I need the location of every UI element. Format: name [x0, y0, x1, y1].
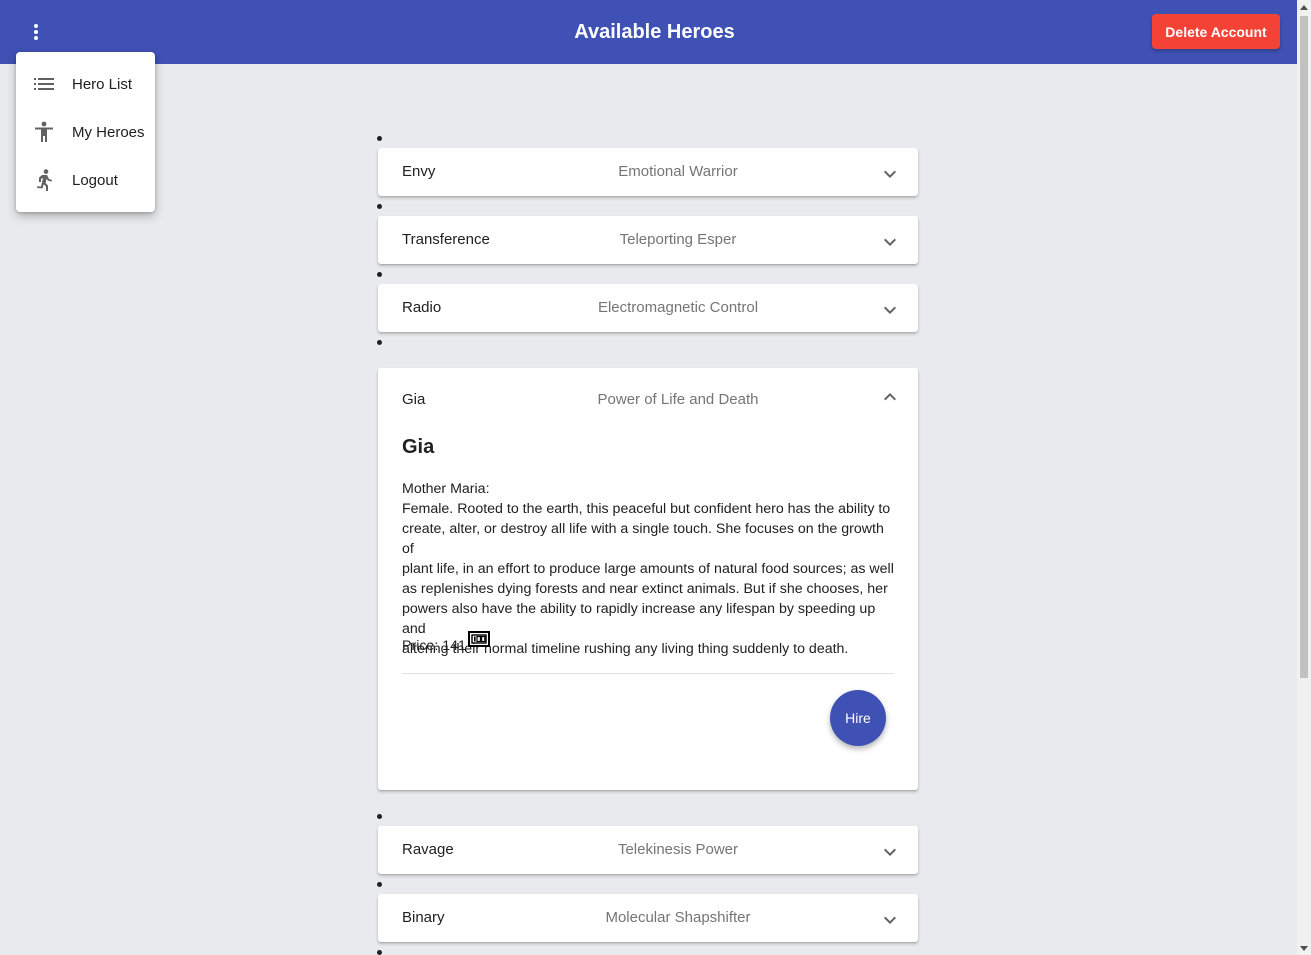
hire-button[interactable]: Hire	[830, 690, 886, 746]
hero-panel-envy: Envy Emotional Warrior	[378, 148, 918, 196]
menu-item-my-heroes[interactable]: My Heroes	[16, 108, 155, 156]
hero-name: Envy	[402, 163, 436, 180]
hero-name: Transference	[402, 231, 490, 248]
hero-power: Electromagnetic Control	[597, 299, 759, 316]
description-line: Female. Rooted to the earth, this peacef…	[402, 501, 891, 517]
menu-item-label: Hero List	[72, 75, 133, 93]
money-icon	[467, 631, 490, 651]
hero-power: Telekinesis Power	[617, 841, 739, 858]
list-bullet	[377, 204, 382, 209]
chevron-down-icon	[878, 298, 902, 322]
hero-name: Gia	[402, 391, 426, 408]
list-bullet	[377, 882, 382, 887]
hero-panel-binary: Binary Molecular Shapshifter	[378, 894, 918, 942]
hero-panel-ravage: Ravage Telekinesis Power	[378, 826, 918, 874]
menu-item-hero-list[interactable]: Hero List	[16, 60, 155, 108]
delete-account-button[interactable]: Delete Account	[1152, 14, 1280, 49]
scrollbar-thumb[interactable]	[1300, 16, 1308, 678]
hero-power: Power of Life and Death	[597, 391, 759, 408]
list-bullet	[377, 950, 382, 955]
chevron-down-icon	[878, 162, 902, 186]
hero-name: Binary	[402, 909, 445, 926]
hero-detail-name: Gia	[402, 436, 435, 458]
list-icon	[32, 72, 56, 96]
hero-panel-header[interactable]: Gia Power of Life and Death	[378, 368, 918, 432]
accessibility-icon	[32, 120, 56, 144]
menu-item-logout[interactable]: Logout	[16, 156, 155, 204]
hero-panel-radio: Radio Electromagnetic Control	[378, 284, 918, 332]
list-bullet	[377, 272, 382, 277]
hero-power: Emotional Warrior	[618, 163, 738, 180]
hero-panel-header[interactable]: Binary Molecular Shapshifter	[378, 894, 918, 942]
menu-item-label: Logout	[72, 171, 118, 189]
price-label: Price: 141	[402, 638, 466, 654]
hero-name: Ravage	[402, 841, 454, 858]
list-bullet	[377, 814, 382, 819]
chevron-down-icon	[878, 230, 902, 254]
hero-panel-header[interactable]: Ravage Telekinesis Power	[378, 826, 918, 874]
page-scrollbar[interactable]	[1297, 0, 1311, 955]
hero-panel-header[interactable]: Transference Teleporting Esper	[378, 216, 918, 264]
hero-panel-transference: Transference Teleporting Esper	[378, 216, 918, 264]
description-line: plant life, in an effort to produce larg…	[402, 561, 894, 577]
hero-panel-header[interactable]: Radio Electromagnetic Control	[378, 284, 918, 332]
description-line: as replenishes dying forests and near ex…	[402, 581, 888, 597]
scroll-down-arrow-icon[interactable]	[1297, 941, 1311, 955]
chevron-down-icon	[878, 840, 902, 864]
hero-power: Molecular Shapshifter	[605, 909, 751, 926]
description-line: create, alter, or destroy all life with …	[402, 521, 884, 557]
list-bullet	[377, 340, 382, 345]
nav-menu: Hero List My Heroes Logout	[16, 52, 155, 212]
chevron-up-icon	[878, 385, 902, 409]
top-toolbar: Available Heroes Delete Account	[0, 0, 1297, 64]
hero-power: Teleporting Esper	[619, 231, 737, 248]
hero-alias: Mother Maria:	[402, 481, 490, 497]
hero-name: Radio	[402, 299, 442, 316]
list-bullet	[377, 136, 382, 141]
scroll-up-arrow-icon[interactable]	[1297, 0, 1311, 14]
menu-item-label: My Heroes	[72, 123, 145, 141]
chevron-down-icon	[878, 908, 902, 932]
page-title: Available Heroes	[574, 21, 735, 43]
hero-panel-gia: Gia Power of Life and Death Gia Mother M…	[378, 368, 918, 790]
hero-panel-header[interactable]: Envy Emotional Warrior	[378, 148, 918, 196]
hero-price: Price: 141	[402, 631, 490, 658]
action-divider	[402, 673, 894, 674]
running-person-icon	[32, 168, 56, 192]
